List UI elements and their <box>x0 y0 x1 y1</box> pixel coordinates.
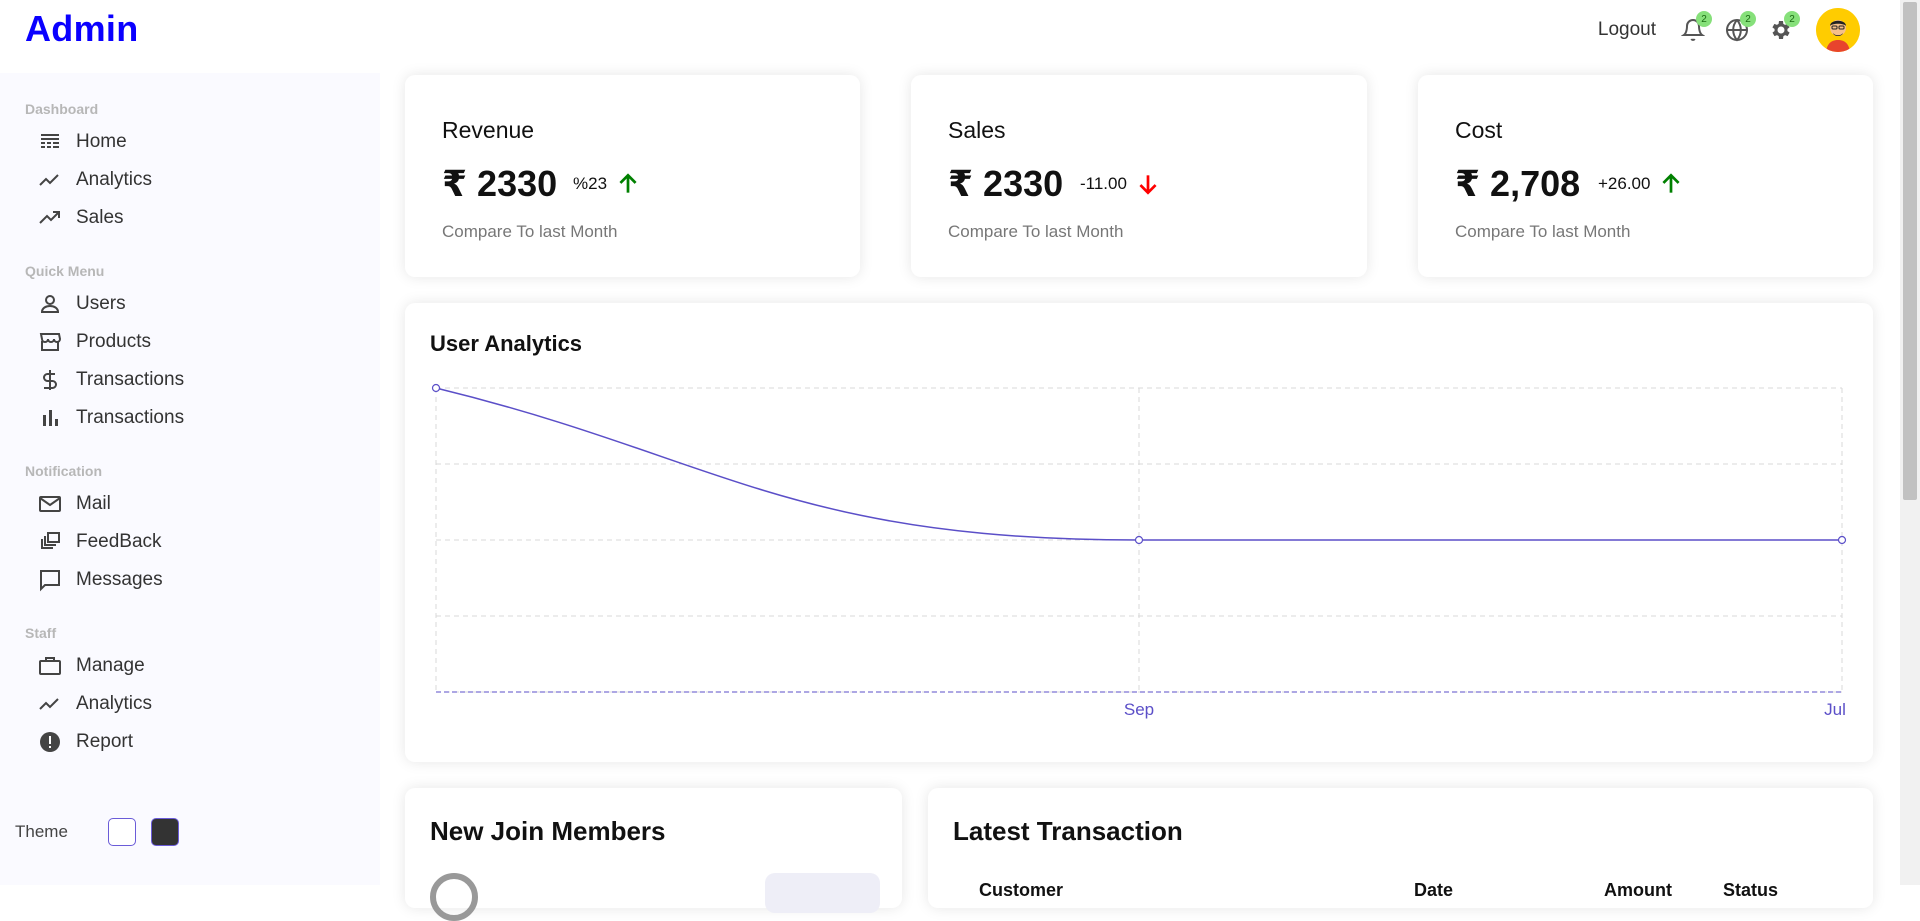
sidebar-item-transactions-chart[interactable]: Transactions <box>0 399 380 437</box>
bell-icon[interactable]: 2 <box>1678 11 1712 45</box>
scroll-thumb[interactable] <box>1903 2 1917 500</box>
top-bar: Admin Logout 2 2 2 <box>0 0 1920 60</box>
report-icon <box>40 732 60 752</box>
sidebar-item-transactions[interactable]: Transactions <box>0 361 380 399</box>
card-value: ₹ 2330 <box>948 163 1064 204</box>
chat-bubble-icon <box>40 570 60 592</box>
app-logo[interactable]: Admin <box>25 8 139 50</box>
sidebar-item-label: Analytics <box>76 693 153 714</box>
card-subtitle: Compare To last Month <box>442 222 618 241</box>
latest-transactions-widget: Latest Transaction Customer Date Amount … <box>928 788 1873 908</box>
sidebar-section-title: Staff <box>25 625 57 641</box>
sidebar-item-label: Home <box>76 131 127 152</box>
card-title: Sales <box>948 117 1006 143</box>
sidebar-item-feedback[interactable]: FeedBack <box>0 523 380 561</box>
card-value: ₹ 2330 <box>442 163 558 204</box>
timeline-icon <box>39 174 59 186</box>
sidebar-item-label: Messages <box>76 569 163 590</box>
dollar-icon <box>43 370 57 390</box>
sales-card: Sales ₹ 2330 -11.00 Compare To last Mont… <box>911 75 1367 277</box>
card-title: Cost <box>1455 117 1503 143</box>
theme-switcher: Theme <box>15 818 179 846</box>
sidebar-item-mail[interactable]: Mail <box>0 485 380 523</box>
theme-label: Theme <box>15 822 68 841</box>
sidebar-item-label: Manage <box>76 655 145 676</box>
sidebar-item-label: Transactions <box>76 369 185 390</box>
work-icon <box>39 657 61 675</box>
card-title: Revenue <box>442 117 535 143</box>
arrow-up-icon <box>1662 173 1681 193</box>
sidebar-item-analytics[interactable]: Analytics <box>0 161 380 199</box>
column-header-customer: Customer <box>979 880 1064 900</box>
notification-badge: 2 <box>1696 11 1712 27</box>
card-rate: -11.00 <box>1080 171 1161 197</box>
x-tick-label: Sep <box>1124 700 1154 719</box>
x-tick-label: Jul <box>1824 700 1846 719</box>
card-value: ₹ 2,708 <box>1455 163 1581 204</box>
sidebar-item-products[interactable]: Products <box>0 323 380 361</box>
arrow-up-icon <box>619 173 637 193</box>
avatar[interactable] <box>1816 8 1860 52</box>
language-badge: 2 <box>1740 11 1756 27</box>
sidebar-item-messages[interactable]: Messages <box>0 561 380 599</box>
column-header-amount: Amount <box>1604 880 1672 900</box>
revenue-card: Revenue ₹ 2330 %23 Compare To last Month <box>405 75 860 277</box>
sidebar-item-label: Report <box>76 731 134 752</box>
card-subtitle: Compare To last Month <box>1455 222 1631 241</box>
card-subtitle: Compare To last Month <box>948 222 1124 241</box>
sidebar-section-title: Dashboard <box>25 101 99 117</box>
settings-badge: 2 <box>1784 11 1800 27</box>
dynamic-feed-icon <box>41 532 60 549</box>
column-header-status: Status <box>1723 880 1779 900</box>
rate-value: %23 <box>573 174 608 193</box>
new-members-widget: New Join Members <box>405 788 902 921</box>
sidebar: Dashboard Home Analytics Sales Quick Men… <box>0 73 380 885</box>
sidebar-item-sales[interactable]: Sales <box>0 199 380 237</box>
sidebar-item-users[interactable]: Users <box>0 285 380 323</box>
data-point[interactable] <box>1134 535 1144 545</box>
globe-icon[interactable]: 2 <box>1722 11 1756 45</box>
bar-chart-icon <box>43 410 58 426</box>
dark-theme-button[interactable] <box>150 818 179 846</box>
rate-value: -11.00 <box>1080 174 1127 193</box>
data-point[interactable] <box>1837 535 1847 545</box>
sidebar-section-title: Quick Menu <box>25 263 105 279</box>
sidebar-item-manage[interactable]: Manage <box>0 647 380 685</box>
sidebar-item-label: Analytics <box>76 169 153 190</box>
cost-card: Cost ₹ 2,708 +26.00 Compare To last Mont… <box>1418 75 1873 277</box>
sidebar-section-title: Notification <box>25 463 102 479</box>
logout-button[interactable]: Logout <box>1598 19 1656 41</box>
timeline-icon <box>39 698 59 710</box>
column-header-date: Date <box>1414 880 1454 900</box>
mail-icon <box>39 496 61 512</box>
sidebar-item-label: FeedBack <box>76 531 162 552</box>
page-scrollbar[interactable] <box>1900 0 1920 885</box>
line-chart: Sep Jul <box>431 383 1847 719</box>
member-avatar <box>430 873 478 921</box>
sidebar-item-label: Mail <box>76 493 111 514</box>
sidebar-item-label: Transactions <box>76 407 185 428</box>
widget-title: New Join Members <box>430 816 666 846</box>
card-rate: %23 <box>573 171 641 197</box>
user-icon <box>40 295 60 313</box>
data-point[interactable] <box>431 383 441 393</box>
sidebar-item-label: Sales <box>76 207 124 228</box>
sidebar-item-label: Products <box>76 331 151 352</box>
arrow-down-icon <box>1139 175 1157 195</box>
top-right-actions: Logout 2 2 2 <box>1598 6 1860 54</box>
widget-title: Latest Transaction <box>953 816 1183 846</box>
member-display-button[interactable] <box>765 873 880 913</box>
home-icon <box>41 134 59 148</box>
user-analytics-card: User Analytics Sep Jul <box>405 303 1873 762</box>
trending-up-icon <box>39 211 60 224</box>
card-rate: +26.00 <box>1598 171 1684 197</box>
sidebar-item-report[interactable]: Report <box>0 723 380 761</box>
storefront-icon <box>39 333 62 351</box>
rate-value: +26.00 <box>1598 174 1651 193</box>
sidebar-item-label: Users <box>76 293 126 314</box>
gear-icon[interactable]: 2 <box>1766 11 1800 45</box>
sidebar-item-staff-analytics[interactable]: Analytics <box>0 685 380 723</box>
sidebar-item-home[interactable]: Home <box>0 123 380 161</box>
light-theme-button[interactable] <box>107 818 136 846</box>
